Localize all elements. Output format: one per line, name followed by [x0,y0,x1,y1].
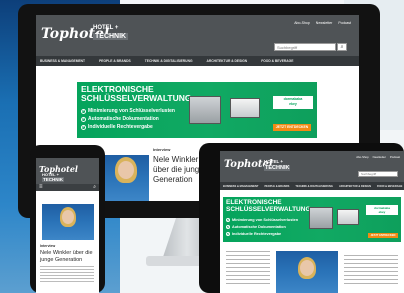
logo-sub-bottom: TECHNIK [93,33,129,40]
logo-sub-top: HOTEL + [93,25,119,31]
person-face [118,161,134,179]
tablet-key-cabinet-image [309,207,333,229]
check-icon: ✓ [81,124,86,130]
phone-article-image[interactable] [42,204,94,240]
phone-person-face [62,210,74,224]
banner-title-line2: SCHLÜSSELVERWALTUNG [81,93,192,103]
cta-button[interactable]: JETZT ENTDECKEN [273,124,311,131]
tablet-article-teaser-text [226,251,270,285]
sponsor-logo: dormakaba ekey [273,96,313,109]
banner-item-1: ✓ Minimierung von Schlüsselverlusten [81,108,175,114]
banner-item-3: ✓ Individuelle Rechtevergabe [81,124,153,130]
search-input[interactable]: Suchbegriff [274,43,336,51]
hamburger-icon[interactable]: ≡ [39,184,43,191]
header-link-abo[interactable]: Abo-Shop [294,21,310,25]
tablet-cta-button[interactable]: JETZT ENTDECKEN [368,233,398,238]
tablet-header: Tophotel HOTEL + TECHNIK Abo-Shop Newsle… [220,151,404,182]
phone-menu-bar[interactable]: ≡ ⌕ [36,184,99,191]
tablet-nav-people[interactable]: PEOPLE & BRANDS [264,185,289,188]
key-cabinet-image [189,96,221,124]
tablet-banner-item-3: ✓ Individuelle Rechtevergabe [226,232,282,236]
tablet-ad-banner[interactable]: ELEKTRONISCHE SCHLÜSSELVERWALTUNG ✓ Minim… [223,197,401,242]
key-terminal-image [230,98,260,118]
check-icon: ✓ [226,225,230,229]
header-link-newsletter[interactable]: Newsletter [316,21,333,25]
tablet-banner-title-line2: SCHLÜSSELVERWALTUNG [226,206,311,213]
nav-people[interactable]: PEOPLE & BRANDS [99,59,131,63]
tablet-person-face [300,260,314,276]
tablet-key-terminal-image [337,209,359,225]
article-category: Interview [153,147,171,152]
nav-food[interactable]: FOOD & BEVERAGE [261,59,293,63]
check-icon: ✓ [226,218,230,222]
tablet-nav-technik[interactable]: TECHNIK & DIGITALISIERUNG [295,185,333,188]
tablet-screen: Tophotel HOTEL + TECHNIK Abo-Shop Newsle… [220,151,404,293]
nav-technik[interactable]: TECHNIK & DIGITALISIERUNG [145,59,193,63]
tablet-header-link-abo[interactable]: Abo-Shop [356,155,368,159]
tablet-nav-business[interactable]: BUSINESS & MANAGEMENT [223,185,258,188]
tablet-article-text [344,255,398,285]
tablet-header-links: Abo-Shop Newsletter Podcast [356,155,400,159]
phone-article-teaser [40,266,94,284]
search-icon[interactable]: ⌕ [337,43,347,51]
logo[interactable]: Tophotel HOTEL + TECHNIK [41,24,141,48]
phone-header: Tophotel HOTEL + TECHNIK [36,158,99,184]
tablet-sponsor-logo: dormakaba ekey [366,205,398,215]
phone-logo-sub-bottom: TECHNIK [42,177,64,182]
phone-search-icon[interactable]: ⌕ [93,184,96,191]
header-links: Abo-Shop Newsletter Podcast [294,21,351,25]
banner-item-2: ✓ Automatische Dokumentation [81,116,159,122]
tablet-nav: BUSINESS & MANAGEMENT PEOPLE & BRANDS TE… [220,182,404,190]
nav-architektur[interactable]: ARCHITEKTUR & DESIGN [207,59,248,63]
site-header: Tophotel HOTEL + TECHNIK Abo-Shop Newsle… [36,15,359,56]
main-nav: BUSINESS & MANAGEMENT PEOPLE & BRANDS TE… [36,56,359,66]
ad-banner[interactable]: ELEKTRONISCHE SCHLÜSSELVERWALTUNG ✓ Minim… [77,82,317,138]
tablet-banner-item-2: ✓ Automatische Dokumentation [226,225,286,229]
header-link-podcast[interactable]: Podcast [338,21,351,25]
check-icon: ✓ [81,108,86,114]
phone-screen: Tophotel HOTEL + TECHNIK ≡ ⌕ Interview N… [36,158,99,293]
check-icon: ✓ [226,232,230,236]
check-icon: ✓ [81,116,86,122]
nav-business[interactable]: BUSINESS & MANAGEMENT [40,59,85,63]
tablet-logo-sub-bottom: TECHNIK [264,165,291,171]
tablet-header-link-podcast[interactable]: Podcast [390,155,400,159]
tablet-nav-food[interactable]: FOOD & BEVERAGE [377,185,402,188]
article-image[interactable] [101,155,149,201]
tablet-header-link-newsletter[interactable]: Newsletter [373,155,386,159]
tablet-banner-item-1: ✓ Minimierung von Schlüsselverlusten [226,218,299,222]
tablet-article-image[interactable] [276,251,338,293]
tablet-nav-architektur[interactable]: ARCHITEKTUR & DESIGN [339,185,371,188]
tablet-logo-sub-top: HOTEL + [264,159,284,164]
phone-article-headline[interactable]: Nele Winkler über die junge Generation [40,250,96,264]
tablet-search-input[interactable]: Suchbegriff [358,171,398,177]
phone-article-category: Interview [40,244,56,248]
